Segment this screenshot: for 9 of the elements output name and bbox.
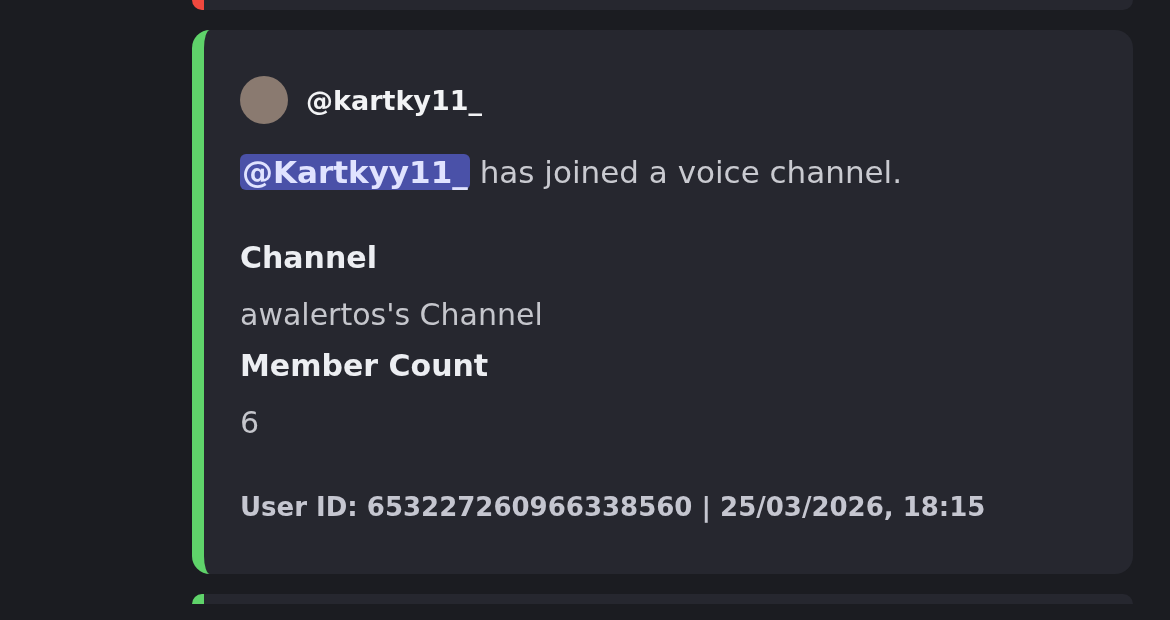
field-value: 6 <box>240 405 261 440</box>
user-mention[interactable]: @Kartkyy11_ <box>240 154 470 190</box>
author-name: @kartky11_ <box>306 84 483 116</box>
embed-footer: User ID: 653227260966338560 | 25/03/2026, 18:15 <box>240 492 1103 522</box>
field-name: Channel <box>240 240 378 275</box>
field-value: awalertos's Channel <box>240 297 544 332</box>
description-text: has joined a voice channel. <box>479 154 903 190</box>
field-name: Member Count <box>240 348 490 383</box>
avatar <box>240 76 288 124</box>
